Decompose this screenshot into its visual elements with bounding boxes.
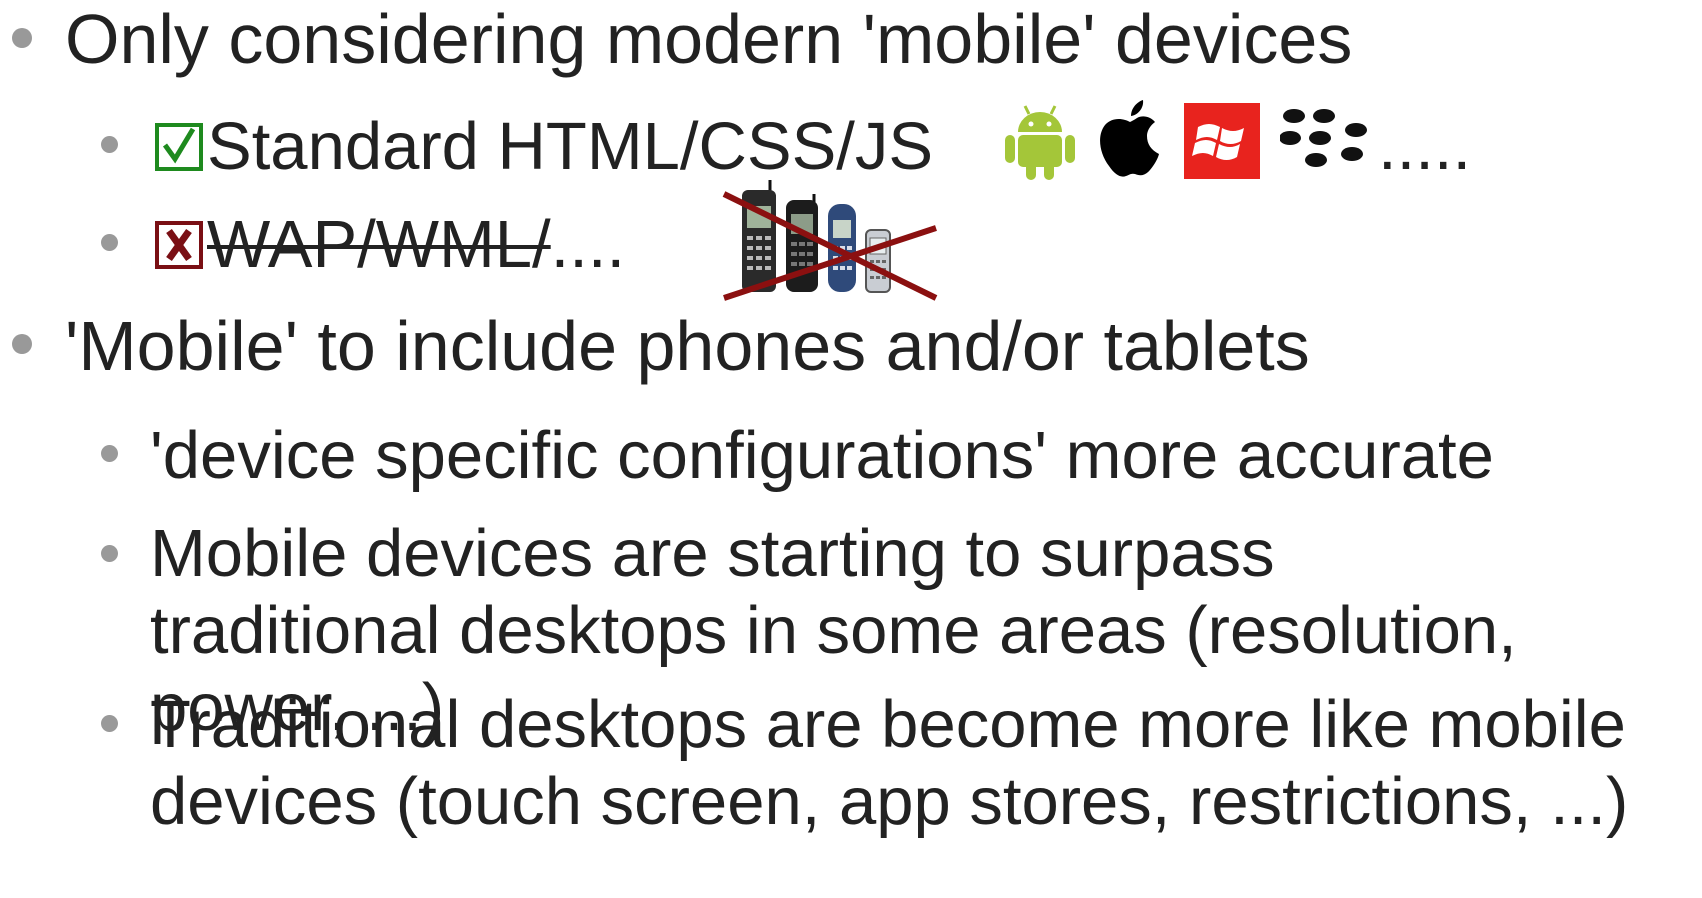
android-icon	[1005, 105, 1075, 180]
sub-wap: WAP/WML/....	[155, 211, 625, 278]
sub-config: 'device specific configurations' more ac…	[150, 418, 1494, 493]
sub-standard: Standard HTML/CSS/JS	[155, 113, 933, 180]
bullet-mobile-include: 'Mobile' to include phones and/or tablet…	[65, 307, 1310, 385]
sub-traditional: Traditional desktops are become more lik…	[150, 687, 1629, 839]
slide: Only considering modern 'mobile' devices…	[0, 0, 1702, 898]
bullet-dot	[101, 715, 118, 732]
sub-wap-struck-text: WAP/WML/	[207, 207, 551, 282]
sub-standard-text: Standard HTML/CSS/JS	[207, 109, 934, 184]
bullet-dot	[101, 445, 118, 462]
apple-icon	[1100, 100, 1159, 177]
old-phones-image	[722, 180, 938, 301]
blackberry-icon	[1280, 109, 1367, 167]
cross-icon	[155, 221, 203, 269]
windows-icon	[1184, 103, 1260, 179]
bullet-dot	[12, 334, 32, 354]
bullet-dot	[101, 545, 118, 562]
bullet-dot	[101, 136, 118, 153]
check-icon	[155, 123, 203, 171]
sub-wap-trailing: ....	[550, 207, 626, 282]
bullet-dot	[12, 28, 32, 48]
bullet-dot	[101, 234, 118, 251]
platform-ellipsis: .....	[1378, 109, 1472, 184]
bullet-only-considering: Only considering modern 'mobile' devices	[65, 0, 1353, 78]
